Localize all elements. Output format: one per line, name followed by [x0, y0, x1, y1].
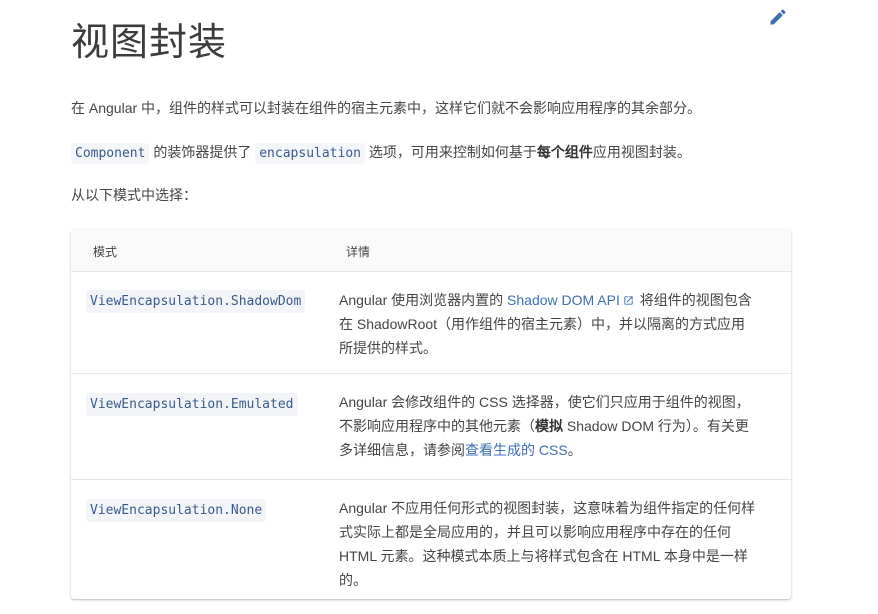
detail-cell: Angular 会修改组件的 CSS 选择器，使它们只应用于组件的视图， 不影响… [339, 390, 779, 462]
decorator-paragraph: Component 的装饰器提供了 encapsulation 选项，可用来控制… [71, 142, 691, 164]
link-text[interactable]: Shadow DOM API [507, 292, 620, 308]
detail-line: 所提供的样式。 [339, 340, 437, 356]
detail-line: Angular 会修改组件的 CSS 选择器，使它们只应用于组件的视图， [339, 394, 750, 410]
detail-text: 。 [567, 442, 582, 458]
detail-line: Angular 使用浏览器内置的 Shadow DOM API 将组件的视图包含 [339, 288, 779, 312]
decorator-text-1: 的装饰器提供了 [149, 144, 256, 160]
detail-text: 将组件的视图包含 [635, 292, 752, 308]
detail-line: HTML 元素。这种模式本质上与将样式包含在 HTML 本身中是一样 [339, 548, 748, 564]
decorator-text-3: 应用视图封装。 [592, 144, 691, 160]
mode-code: ViewEncapsulation.Emulated [86, 393, 298, 416]
detail-line: 在 ShadowRoot（用作组件的宿主元素）中，并以隔离的方式应用 [339, 316, 746, 332]
page-title: 视图封装 [71, 22, 228, 64]
detail-text: 不影响应用程序中的其他元素（ [339, 418, 535, 434]
header-mode: 模式 [93, 245, 118, 259]
pencil-icon[interactable] [768, 7, 788, 27]
detail-line: Angular 不应用任何形式的视图封装，这意味着为组件指定的任何样 [339, 500, 756, 516]
detail-cell: Angular 使用浏览器内置的 Shadow DOM API 将组件的视图包含… [339, 288, 779, 360]
choose-paragraph: 从以下模式中选择： [71, 187, 197, 203]
component-code: Component [71, 143, 150, 164]
detail-line: 的。 [339, 572, 367, 588]
per-component-bold: 每个组件 [536, 144, 593, 160]
detail-line: 式实际上都是全局应用的，并且可以影响应用程序中存在的任何 [339, 524, 731, 540]
table-header: 模式 详情 [71, 230, 791, 272]
mode-code: ViewEncapsulation.ShadowDom [86, 290, 306, 313]
table-row: ViewEncapsulation.Emulated Angular 会修改组件… [71, 374, 791, 480]
table-row: ViewEncapsulation.None Angular 不应用任何形式的视… [71, 480, 791, 599]
external-link-icon [624, 296, 633, 305]
detail-text: Angular 使用浏览器内置的 [339, 292, 508, 308]
shadow-dom-api-link[interactable]: Shadow DOM API [507, 292, 636, 308]
decorator-text-2: 选项，可用来控制如何基于 [364, 144, 537, 160]
intro-paragraph: 在 Angular 中，组件的样式可以封装在组件的宿主元素中，这样它们就不会影响… [71, 100, 702, 116]
detail-line: 多详细信息，请参阅查看生成的 CSS。 [339, 438, 779, 462]
detail-text: 多详细信息，请参阅 [339, 442, 465, 458]
emulated-bold: 模拟 [535, 418, 563, 434]
encapsulation-code: encapsulation [255, 143, 365, 164]
table-row: ViewEncapsulation.ShadowDom Angular 使用浏览… [71, 272, 791, 374]
detail-text: Shadow DOM 行为）。有关更 [563, 418, 749, 434]
header-details: 详情 [346, 245, 371, 259]
modes-table: 模式 详情 ViewEncapsulation.ShadowDom Angula… [71, 230, 791, 599]
detail-line: 不影响应用程序中的其他元素（模拟 Shadow DOM 行为）。有关更 [339, 414, 779, 438]
mode-code: ViewEncapsulation.None [86, 499, 267, 522]
generated-css-link[interactable]: 查看生成的 CSS [465, 442, 568, 458]
detail-cell: Angular 不应用任何形式的视图封装，这意味着为组件指定的任何样 式实际上都… [339, 496, 779, 592]
